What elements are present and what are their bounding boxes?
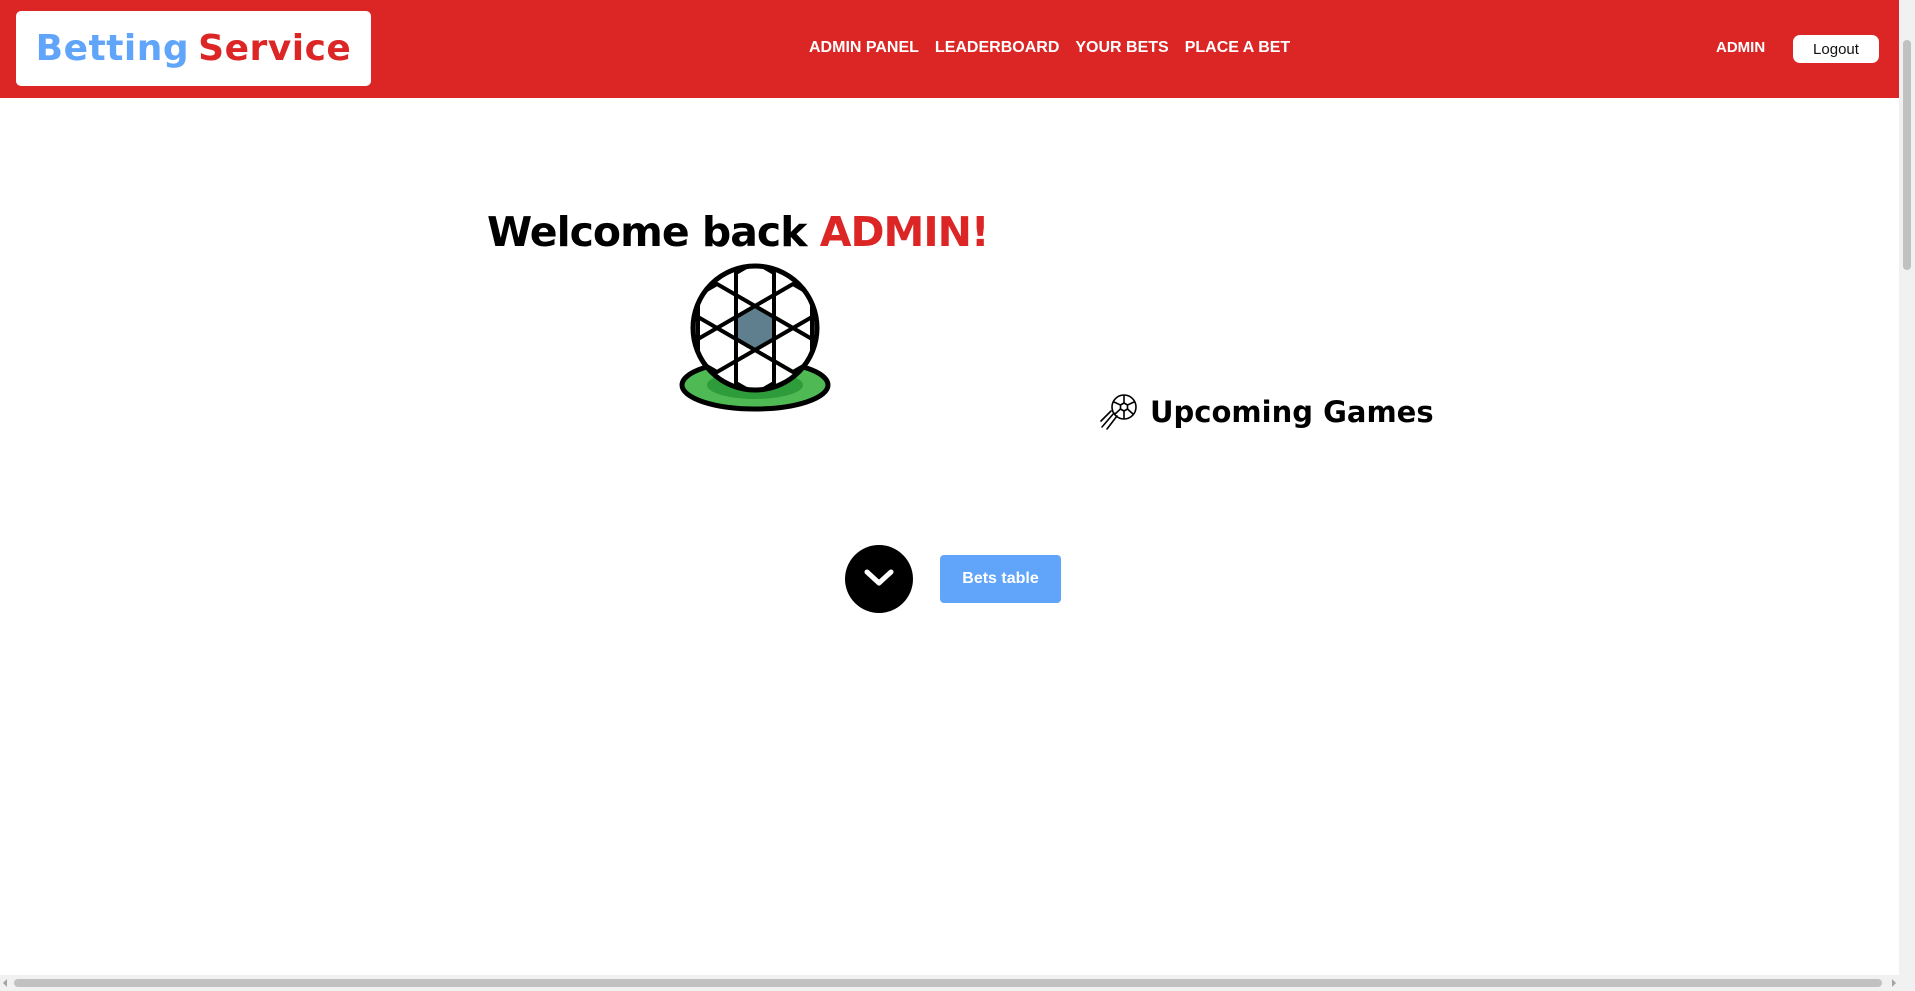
- nav-link-admin-panel[interactable]: ADMIN PANEL: [809, 37, 919, 59]
- nav-link-place-a-bet[interactable]: PLACE A BET: [1185, 37, 1290, 59]
- bets-table-button[interactable]: Bets table: [940, 555, 1061, 603]
- welcome-heading: Welcome back ADMIN!: [487, 208, 990, 256]
- horizontal-scrollbar-thumb[interactable]: [14, 979, 1882, 987]
- nav-link-your-bets[interactable]: YOUR BETS: [1075, 37, 1168, 59]
- upcoming-games-title: Upcoming Games: [1150, 395, 1434, 429]
- nav-links: ADMIN PANEL LEADERBOARD YOUR BETS PLACE …: [809, 37, 1290, 59]
- nav-link-leaderboard[interactable]: LEADERBOARD: [935, 37, 1059, 59]
- logout-button[interactable]: Logout: [1793, 35, 1879, 63]
- welcome-user-name: ADMIN!: [819, 208, 990, 256]
- scroll-left-arrow-icon[interactable]: [3, 979, 7, 987]
- vertical-scrollbar[interactable]: [1899, 0, 1915, 975]
- scroll-down-button[interactable]: [845, 545, 913, 613]
- soccer-ball-icon: [677, 262, 833, 418]
- brand-logo[interactable]: Betting Service: [16, 11, 371, 86]
- soccer-ball-kick-icon: [1100, 393, 1138, 431]
- brand-word-betting: Betting: [35, 28, 190, 69]
- chevron-down-icon: [863, 568, 895, 591]
- horizontal-scrollbar[interactable]: [0, 975, 1915, 991]
- vertical-scrollbar-thumb[interactable]: [1903, 40, 1911, 270]
- user-name: ADMIN: [1716, 39, 1766, 56]
- scroll-right-arrow-icon[interactable]: [1892, 979, 1896, 987]
- navbar: Betting Service ADMIN PANEL LEADERBOARD Y…: [0, 0, 1899, 98]
- page: Betting Service ADMIN PANEL LEADERBOARD Y…: [0, 0, 1899, 975]
- brand-word-service: Service: [198, 28, 352, 69]
- welcome-prefix: Welcome back: [487, 208, 807, 256]
- upcoming-games-header: Upcoming Games: [1100, 393, 1434, 431]
